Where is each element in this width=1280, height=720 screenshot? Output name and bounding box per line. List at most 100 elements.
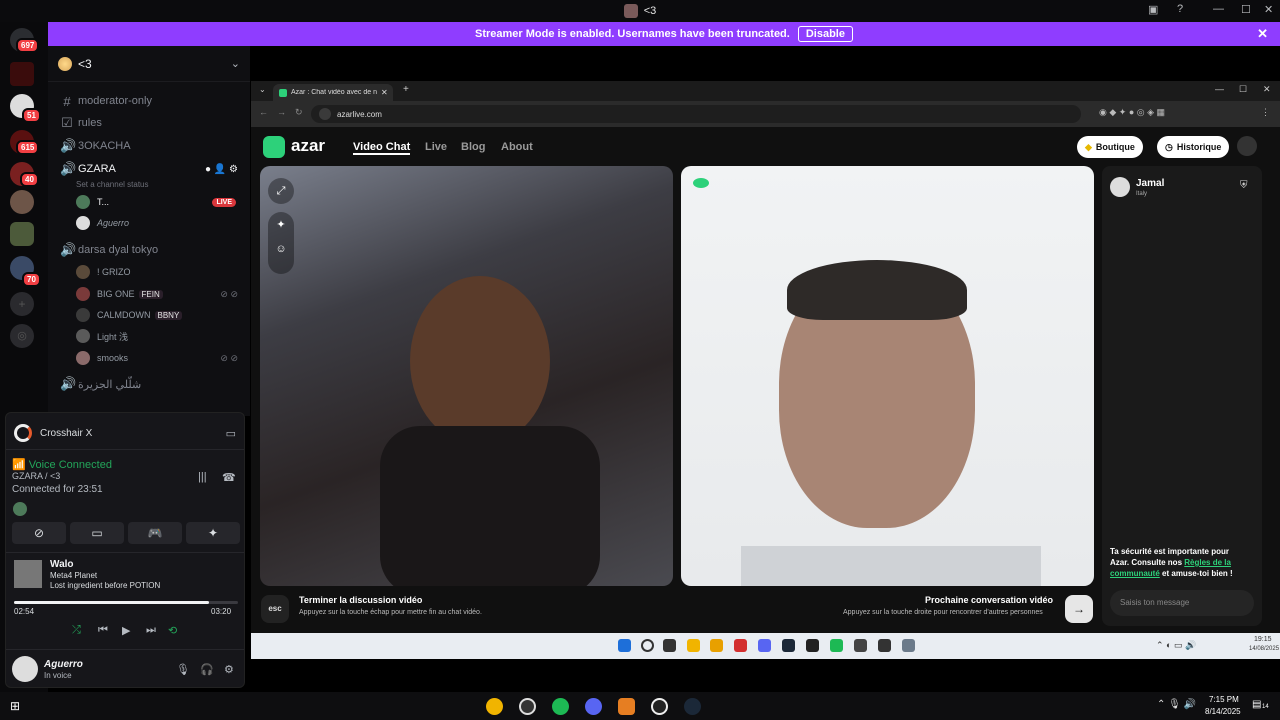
task-view-icon[interactable]	[663, 639, 676, 652]
close-icon[interactable]: ✕	[1257, 26, 1268, 42]
fullscreen-icon[interactable]: ⤢	[268, 178, 294, 204]
server-icon[interactable]	[10, 222, 34, 246]
crosshair-icon[interactable]	[651, 698, 668, 715]
nav-video-chat[interactable]: Video Chat	[353, 141, 411, 155]
voice-user[interactable]: CALMDOWN BBNY	[76, 305, 250, 325]
voice-status[interactable]: 📶 Voice Connected	[6, 458, 246, 471]
minimize-button[interactable]: —	[1215, 84, 1224, 94]
channel-last[interactable]: 🔊 شلّلي الجزيرة	[48, 374, 250, 394]
effects-toolbar[interactable]: ✦ ☺	[268, 212, 294, 274]
nav-about[interactable]: About	[501, 141, 533, 153]
server-icon[interactable]	[10, 190, 34, 214]
reload-icon[interactable]: ↻	[295, 107, 303, 118]
azar-logo[interactable]: azar	[291, 136, 325, 156]
settings-icon[interactable]	[902, 639, 915, 652]
noise-suppression-icon[interactable]: |||	[198, 471, 207, 483]
chevron-down-icon[interactable]: ⌄	[231, 57, 240, 70]
spotify-icon[interactable]	[830, 639, 843, 652]
voice-user[interactable]: smooks ⊘ ⊘	[76, 348, 250, 368]
forward-icon[interactable]: →	[277, 107, 286, 117]
user-name[interactable]: Aguerro	[44, 659, 144, 670]
sparkle-icon[interactable]: ✦	[276, 219, 285, 231]
profile-avatar[interactable]	[1237, 136, 1257, 156]
chrome-icon[interactable]	[486, 698, 503, 715]
voice-location[interactable]: GZARA / <3	[6, 471, 246, 481]
windows-start-icon[interactable]: ⊞	[10, 699, 20, 713]
previous-icon[interactable]: ⏮	[98, 624, 108, 637]
obs-icon[interactable]	[519, 698, 536, 715]
channel-status[interactable]: Set a channel status	[76, 174, 250, 194]
shuffle-icon[interactable]: ⤮	[72, 624, 81, 637]
app-icon[interactable]	[878, 639, 891, 652]
help-icon[interactable]: ?	[1177, 3, 1183, 15]
tray-icons[interactable]: ⌃ 🎙 🔊	[1157, 699, 1196, 710]
nav-live[interactable]: Live	[425, 141, 447, 153]
start-icon[interactable]	[618, 639, 631, 652]
historique-button[interactable]: ◷ Historique	[1157, 136, 1230, 158]
back-icon[interactable]: ←	[259, 107, 268, 117]
play-icon[interactable]: ▶	[122, 624, 130, 637]
filter-icon[interactable]: ☺	[275, 243, 286, 255]
disable-button[interactable]: Disable	[797, 26, 853, 42]
close-tab-icon[interactable]: ✕	[381, 88, 388, 97]
app-icon[interactable]	[734, 639, 747, 652]
settings-icon[interactable]: ⚙	[224, 663, 234, 676]
url-field[interactable]: azarlive.com	[311, 105, 1081, 123]
tab-menu-icon[interactable]: ⌄	[259, 85, 266, 94]
channel-darsa[interactable]: 🔊 darsa dyal tokyo	[48, 240, 250, 260]
discord-icon[interactable]	[585, 698, 602, 715]
notification-icon[interactable]: ▤	[1252, 699, 1261, 710]
camera-off-button[interactable]: ⊘	[12, 522, 66, 544]
disconnect-icon[interactable]: ☎	[222, 471, 236, 484]
boutique-button[interactable]: ◆ Boutique	[1077, 136, 1143, 158]
tray-icons[interactable]: ⌃ ◐ ▭ 🔊	[1156, 640, 1196, 651]
inbox-icon[interactable]: ▣	[1148, 3, 1158, 16]
screen-share-icon[interactable]: ▭	[226, 427, 236, 440]
maximize-button[interactable]: ☐	[1241, 3, 1251, 16]
progress-track[interactable]	[14, 601, 238, 604]
voice-user[interactable]: ! GRIZO	[76, 262, 250, 282]
report-icon[interactable]: ⛨	[1240, 180, 1248, 191]
browser-tab[interactable]: Azar : Chat vidéo avec de n ✕	[273, 84, 393, 101]
channel-rules[interactable]: ☑ rules	[48, 113, 250, 133]
app-icon[interactable]	[806, 639, 819, 652]
site-info-icon[interactable]	[319, 108, 331, 120]
server-header[interactable]: <3 ⌄	[48, 46, 250, 82]
voice-user[interactable]: Aguerro	[76, 213, 250, 233]
maximize-button[interactable]: ☐	[1239, 84, 1247, 95]
user-avatar[interactable]	[12, 656, 38, 682]
next-arrow-button[interactable]: →	[1065, 595, 1093, 623]
extensions-icon[interactable]: ◉ ◆ ✦ ● ◎ ◈ ▦	[1099, 107, 1165, 118]
app-icon[interactable]	[618, 698, 635, 715]
nav-blog[interactable]: Blog	[461, 141, 485, 153]
close-window-button[interactable]: ✕	[1263, 84, 1271, 95]
minimize-button[interactable]: —	[1213, 3, 1224, 15]
discover-icon[interactable]: ◎	[10, 324, 34, 348]
screen-share-button[interactable]: ▭	[70, 522, 124, 544]
steam-icon[interactable]	[684, 698, 701, 715]
repeat-icon[interactable]: ⟲	[168, 624, 177, 637]
spotify-icon[interactable]	[552, 698, 569, 715]
channel-actions-icon[interactable]: ● 👤 ⚙	[205, 164, 238, 175]
headphones-icon[interactable]: 🎧	[200, 663, 214, 676]
next-icon[interactable]: ⏭	[146, 624, 156, 637]
steam-icon[interactable]	[782, 639, 795, 652]
end-chat-title[interactable]: Terminer la discussion vidéo	[299, 595, 422, 605]
channel-3okacha[interactable]: 🔊 3OKACHA	[48, 136, 250, 156]
microphone-icon[interactable]: 🎙	[176, 663, 190, 676]
chrome-icon[interactable]	[687, 639, 700, 652]
partner-avatar[interactable]	[1110, 177, 1130, 197]
voice-user[interactable]: BIG ONE FEIN ⊘ ⊘	[76, 284, 250, 304]
menu-icon[interactable]: ⋮	[1261, 107, 1270, 118]
close-window-button[interactable]: ✕	[1264, 3, 1273, 16]
add-server-icon[interactable]: +	[10, 292, 34, 316]
next-chat-title[interactable]: Prochaine conversation vidéo	[925, 595, 1053, 605]
channel-moderator-only[interactable]: # moderator-only	[48, 91, 250, 111]
esc-key[interactable]: esc	[261, 595, 289, 623]
voice-user[interactable]: T... LIVE	[76, 192, 250, 212]
folder-icon[interactable]	[710, 639, 723, 652]
activity-button[interactable]: 🎮	[128, 522, 182, 544]
discord-icon[interactable]	[758, 639, 771, 652]
voice-user[interactable]: Light 浅	[76, 326, 250, 346]
app-icon[interactable]	[854, 639, 867, 652]
